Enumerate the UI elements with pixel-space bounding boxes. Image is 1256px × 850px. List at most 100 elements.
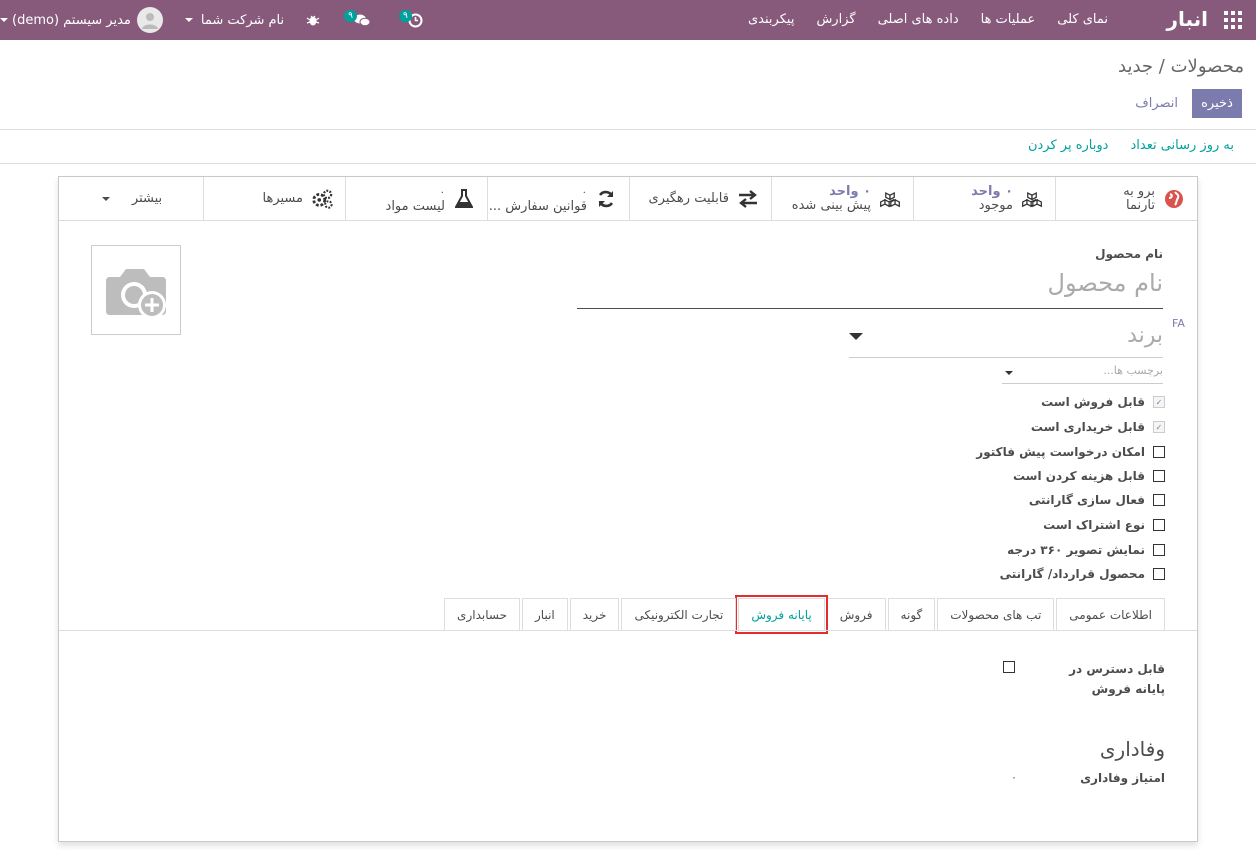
checkbox-quotation[interactable]: امکان درخواست پیش فاکتور — [976, 445, 1165, 459]
checkbox[interactable] — [1153, 544, 1165, 556]
discard-button[interactable]: انصراف — [1135, 96, 1178, 111]
checkbox-label: محصول قرارداد/ گارانتی — [999, 567, 1145, 581]
checkbox[interactable] — [1153, 494, 1165, 506]
on-hand-button[interactable]: ۰ واحد موجود — [913, 177, 1055, 221]
chevron-down-icon — [849, 333, 863, 340]
menu-master-data[interactable]: داده های اصلی — [878, 12, 959, 27]
breadcrumb-current: جدید — [1118, 56, 1154, 77]
menu-overview[interactable]: نمای کلی — [1057, 12, 1108, 27]
checkbox[interactable] — [1153, 470, 1165, 482]
reordering-rules-button[interactable]: ۰ قوانین سفارش ... — [487, 177, 629, 221]
loyalty-points-value[interactable]: ۰ — [1011, 771, 1017, 784]
checkbox-label: نوع اشتراک است — [1043, 518, 1145, 532]
checkbox-subscription[interactable]: نوع اشتراک است — [1043, 518, 1165, 532]
tab-sales[interactable]: فروش — [826, 598, 886, 631]
brand-select[interactable]: برند — [849, 323, 1163, 358]
tab-accounting[interactable]: حسابداری — [444, 598, 520, 631]
activities-badge: ۹ — [398, 10, 412, 22]
systray: مدیر سیستم (demo) نام شرکت شما ۹ ۹ — [0, 0, 437, 40]
checkbox-label: قابل فروش است — [1041, 395, 1145, 409]
loyalty-section-title: وفاداری — [1099, 737, 1165, 761]
brand-placeholder: برند — [1127, 323, 1163, 348]
bom-value: ۰ — [439, 186, 445, 198]
checkbox-label: قابل هزینه کردن است — [1012, 469, 1145, 483]
checkbox[interactable]: ✓ — [1153, 421, 1165, 433]
checkbox[interactable]: ✓ — [1153, 396, 1165, 408]
product-name-input[interactable]: نام محصول — [577, 269, 1163, 309]
user-menu[interactable]: مدیر سیستم (demo) — [0, 7, 163, 33]
tags-placeholder: برچسب ها... — [1103, 364, 1163, 377]
reordering-rules-value: ۰ — [581, 186, 587, 198]
refresh-icon — [595, 188, 617, 210]
chevron-down-icon — [101, 197, 110, 201]
notebook-tabs: اطلاعات عمومی تب های محصولات گونه فروش پ… — [442, 595, 1165, 634]
update-quantity-button[interactable]: به روز رسانی تعداد — [1130, 138, 1234, 153]
cubes-icon — [1021, 188, 1043, 210]
checkbox-contract[interactable]: محصول قرارداد/ گارانتی — [1000, 567, 1165, 581]
product-image-upload[interactable] — [91, 245, 181, 335]
menu-reporting[interactable]: گزارش — [816, 12, 855, 27]
available-in-pos-checkbox[interactable] — [1003, 661, 1015, 673]
save-button[interactable]: ذخیره — [1192, 89, 1242, 118]
tab-inventory[interactable]: انبار — [522, 598, 568, 631]
replenish-button[interactable]: دوباره پر کردن — [1028, 138, 1109, 153]
checkbox-360-image[interactable]: نمایش تصویر ۳۶۰ درجه — [1007, 543, 1165, 557]
checkbox-label: امکان درخواست پیش فاکتور — [976, 445, 1145, 459]
checkbox-purchase-ok[interactable]: ✓ قابل خریداری است — [1031, 420, 1165, 434]
app-name[interactable]: انبار — [1166, 7, 1208, 31]
user-name: مدیر سیستم (demo) — [12, 12, 131, 28]
checkbox[interactable] — [1153, 568, 1165, 580]
checkbox-label: نمایش تصویر ۳۶۰ درجه — [1007, 543, 1145, 557]
globe-icon — [1163, 188, 1185, 210]
more-button[interactable]: بیشتر — [61, 177, 203, 221]
menu-configuration[interactable]: پیکربندی — [748, 12, 794, 27]
messaging-menu[interactable]: ۹ — [344, 10, 371, 27]
cogs-icon — [311, 188, 333, 210]
checkbox[interactable] — [1153, 446, 1165, 458]
available-in-pos-label: قابل دسترس در پایانه فروش — [1069, 662, 1165, 696]
tab-variants[interactable]: گونه — [887, 598, 936, 631]
checkbox-label: قابل خریداری است — [1030, 420, 1145, 434]
avatar — [136, 7, 163, 33]
bill-of-materials-button[interactable]: ۰ لیست مواد — [345, 177, 487, 221]
menu-operations[interactable]: عملیات ها — [981, 12, 1036, 27]
checkbox-sale-ok[interactable]: ✓ قابل فروش است — [1041, 395, 1165, 409]
routes-button[interactable]: مسیرها — [203, 177, 345, 221]
on-hand-value: ۰ واحد — [971, 184, 1013, 199]
checkbox-warranty[interactable]: فعال سازی گارانتی — [1029, 493, 1165, 507]
company-name: نام شرکت شما — [200, 12, 285, 28]
traceability-button[interactable]: قابلیت رهگیری — [629, 177, 771, 221]
breadcrumb: محصولات / جدید — [1118, 56, 1244, 77]
tab-ecommerce[interactable]: تجارت الکترونیکی — [621, 598, 737, 631]
debug-icon[interactable] — [306, 13, 320, 27]
tab-purchase[interactable]: خرید — [569, 598, 620, 631]
chevron-down-icon — [0, 18, 8, 22]
main-menu: نمای کلی عملیات ها داده های اصلی گزارش پ… — [748, 12, 1108, 27]
checkbox-label: فعال سازی گارانتی — [1028, 493, 1145, 507]
apps-menu-icon[interactable] — [1224, 11, 1242, 29]
forecasted-button[interactable]: ۰ واحد پیش بینی شده — [771, 177, 913, 221]
traceability-label: قابلیت رهگیری — [648, 191, 729, 206]
messages-badge: ۹ — [344, 10, 357, 22]
activity-menu[interactable]: ۹ — [398, 10, 423, 28]
routes-label: مسیرها — [262, 191, 303, 206]
go-to-website-button[interactable]: برو به تارنما — [1055, 177, 1197, 221]
checkbox[interactable] — [1153, 519, 1165, 531]
loyalty-points-label: امتیاز وفاداری — [1080, 771, 1165, 785]
more-label: بیشتر — [131, 191, 163, 206]
tab-general-info[interactable]: اطلاعات عمومی — [1056, 598, 1165, 631]
breadcrumb-separator: / — [1158, 56, 1165, 77]
bom-label: لیست مواد — [385, 198, 445, 214]
go-to-website-label: برو به تارنما — [1123, 184, 1155, 213]
language-badge[interactable]: FA — [1172, 317, 1185, 330]
divider — [0, 163, 1256, 164]
tags-input[interactable]: برچسب ها... — [1002, 364, 1163, 384]
tab-point-of-sale[interactable]: پایانه فروش — [735, 595, 828, 634]
tab-product-tabs[interactable]: تب های محصولات — [937, 598, 1055, 631]
breadcrumb-parent[interactable]: محصولات — [1171, 56, 1244, 77]
divider — [0, 129, 1256, 130]
flask-icon — [453, 188, 475, 210]
checkbox-expensable[interactable]: قابل هزینه کردن است — [1013, 469, 1165, 483]
forecasted-label: پیش بینی شده — [791, 198, 871, 213]
company-switcher[interactable]: نام شرکت شما — [184, 12, 285, 28]
